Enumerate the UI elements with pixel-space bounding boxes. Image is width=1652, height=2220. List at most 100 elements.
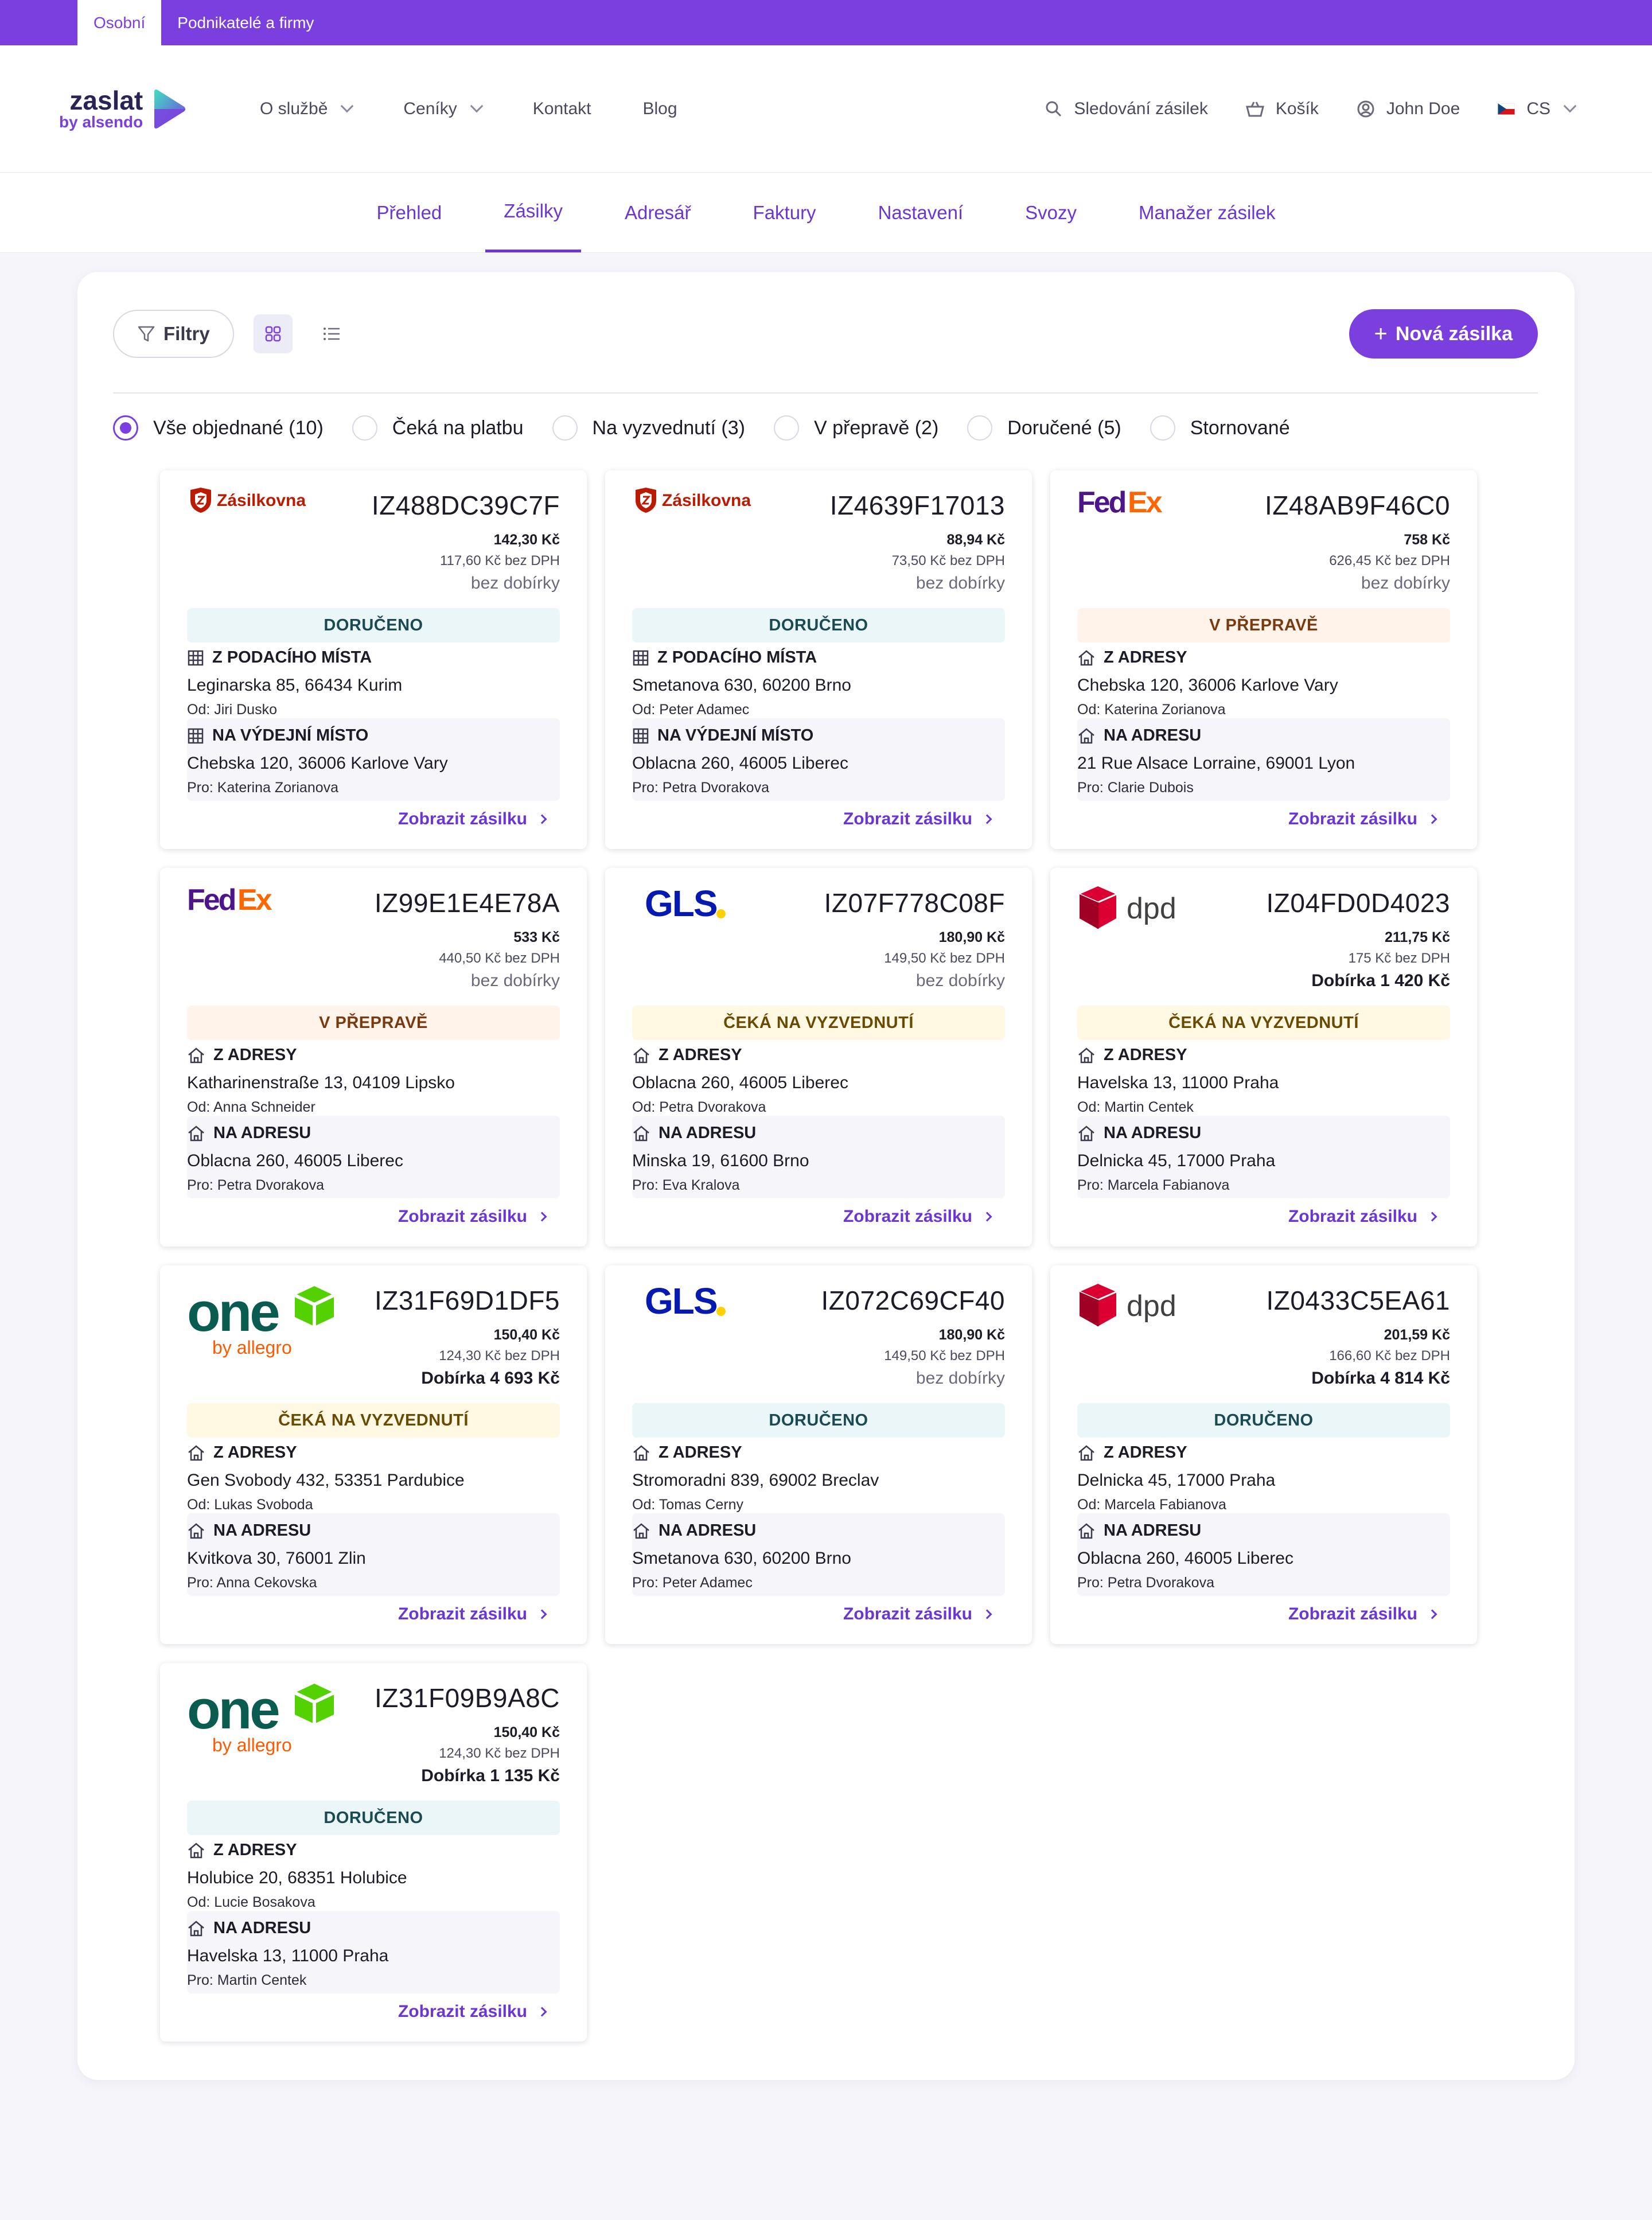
from-heading: Z ADRESY (1077, 1046, 1187, 1065)
tab-pickups[interactable]: Svozy (1007, 173, 1095, 252)
home-icon (187, 1125, 205, 1142)
carrier-logo: GLS (632, 1280, 730, 1325)
status-filter-cancelled[interactable]: Stornované (1150, 415, 1290, 441)
chevron-right-icon (537, 1609, 547, 1619)
radio-selected[interactable] (113, 415, 138, 441)
recipient-name: Pro: Petra Dvorakova (1077, 1575, 1214, 1591)
show-shipment-link[interactable]: Zobrazit zásilku (398, 809, 547, 829)
dpd-logo: dpd (1079, 1284, 1176, 1326)
show-shipment-link[interactable]: Zobrazit zásilku (1288, 809, 1437, 829)
basket-icon (1245, 100, 1264, 118)
tab-shipments[interactable]: Zásilky (485, 173, 581, 252)
cash-on-delivery: bez dobírky (470, 971, 560, 990)
shipment-card[interactable]: one by allegro IZ31F09B9A8C 150,40 Kč 124,30… (160, 1663, 587, 2042)
status-badge: ČEKÁ NA VYZVEDNUTÍ (1077, 1006, 1450, 1040)
tab-settings[interactable]: Nastavení (860, 173, 982, 252)
home-icon (187, 1522, 205, 1540)
from-heading: Z ADRESY (632, 1443, 742, 1462)
toolbar-divider (113, 392, 1538, 394)
cash-on-delivery: Dobírka 4 693 Kč (421, 1369, 560, 1388)
from-address: Smetanova 630, 60200 Brno (632, 676, 851, 695)
shipment-code: IZ072C69CF40 (821, 1286, 1005, 1315)
radio[interactable] (552, 415, 578, 441)
tab-address-book[interactable]: Adresář (606, 173, 710, 252)
carrier-logo: one by allegro (187, 1282, 348, 1365)
nav-contact[interactable]: Kontakt (533, 99, 591, 119)
user-menu[interactable]: John Doe (1357, 99, 1460, 119)
language-selector[interactable]: CS (1498, 99, 1577, 119)
cart-link[interactable]: Košík (1245, 99, 1319, 119)
svg-text:one: one (187, 1282, 279, 1343)
shipment-card[interactable]: GLS IZ07F778C08F 180,90 Kč 149,50 Kč bez DP… (605, 868, 1032, 1247)
recipient-name: Pro: Eva Kralova (632, 1177, 740, 1193)
recipient-name: Pro: Martin Centek (187, 1972, 307, 1988)
shipment-card[interactable]: one by allegro IZ31F69D1DF5 150,40 Kč 124,30… (160, 1265, 587, 1644)
grid-view-button[interactable] (253, 314, 293, 353)
shipment-card[interactable]: GLS IZ072C69CF40 180,90 Kč 149,50 Kč bez DP… (605, 1265, 1032, 1644)
nav-pricing[interactable]: Ceníky (403, 99, 484, 119)
show-shipment-link[interactable]: Zobrazit zásilku (1288, 1207, 1437, 1226)
shipment-price: 142,30 Kč (493, 532, 560, 548)
filters-button[interactable]: Filtry (113, 310, 234, 358)
chevron-right-icon (1427, 814, 1437, 824)
chevron-right-icon (537, 2007, 547, 2017)
zaslat-logo[interactable]: zaslat by alsendo (59, 87, 231, 131)
radio[interactable] (352, 415, 377, 441)
segment-business[interactable]: Podnikatelé a firmy (161, 0, 330, 45)
status-filter-delivered[interactable]: Doručené (5) (967, 415, 1121, 441)
status-filter-awaiting-payment[interactable]: Čeká na platbu (352, 415, 524, 441)
radio[interactable] (967, 415, 993, 441)
show-shipment-link[interactable]: Zobrazit zásilku (398, 1207, 547, 1226)
show-shipment-link[interactable]: Zobrazit zásilku (843, 809, 992, 829)
show-shipment-link[interactable]: Zobrazit zásilku (843, 1207, 992, 1226)
chevron-down-icon (470, 99, 484, 112)
to-address: 21 Rue Alsace Lorraine, 69001 Lyon (1077, 754, 1355, 773)
one-allegro-logo: oneby allegro (187, 1282, 335, 1358)
cash-on-delivery: bez dobírky (1361, 574, 1450, 593)
tracking-link[interactable]: Sledování zásilek (1045, 99, 1208, 119)
tab-invoices[interactable]: Faktury (735, 173, 835, 252)
home-icon (632, 1522, 650, 1540)
shipment-price: 88,94 Kč (946, 532, 1005, 548)
segment-personal[interactable]: Osobní (77, 0, 162, 45)
radio[interactable] (1150, 415, 1175, 441)
shipment-card[interactable]: dpd IZ04FD0D4023 211,75 Kč 175 Kč bez DPH Do… (1050, 868, 1477, 1247)
sender-name: Od: Lukas Svoboda (187, 1497, 313, 1513)
show-shipment-link[interactable]: Zobrazit zásilku (1288, 1604, 1437, 1624)
list-view-button[interactable] (312, 314, 351, 353)
from-heading: Z ADRESY (632, 1046, 742, 1065)
shipment-card[interactable]: Fed Ex IZ48AB9F46C0 758 Kč 626,45 Kč bez DPH… (1050, 470, 1477, 849)
site-header: zaslat by alsendo O službě Ceníky Kontak… (0, 45, 1652, 173)
status-filter-all[interactable]: Vše objednané (10) (113, 415, 324, 441)
svg-text:Zásilkovna: Zásilkovna (217, 491, 306, 510)
tab-shipment-manager[interactable]: Manažer zásilek (1120, 173, 1293, 252)
shipment-card[interactable]: dpd IZ0433C5EA61 201,59 Kč 166,60 Kč bez DP… (1050, 1265, 1477, 1644)
show-shipment-link[interactable]: Zobrazit zásilku (398, 2002, 547, 2022)
status-filter-pickup[interactable]: Na vyzvednutí (3) (552, 415, 745, 441)
home-icon (1077, 1522, 1096, 1540)
shipment-price-netto: 626,45 Kč bez DPH (1329, 553, 1450, 568)
carrier-logo: Zásilkovna (632, 486, 753, 518)
radio[interactable] (773, 415, 799, 441)
show-shipment-link[interactable]: Zobrazit zásilku (843, 1604, 992, 1624)
shipment-code: IZ99E1E4E78A (374, 888, 560, 918)
to-address: Havelska 13, 11000 Praha (187, 1946, 389, 1965)
shipment-price-netto: 117,60 Kč bez DPH (439, 553, 560, 568)
new-shipment-button[interactable]: + Nová zásilka (1349, 309, 1538, 359)
shipment-card[interactable]: Zásilkovna IZ4639F17013 88,94 Kč 73,50 Kč b… (605, 470, 1032, 849)
shipment-card[interactable]: Fed Ex IZ99E1E4E78A 533 Kč 440,50 Kč bez DPH… (160, 868, 587, 1247)
filter-icon (138, 326, 155, 342)
nav-about[interactable]: O službě (260, 99, 354, 119)
to-heading: NA ADRESU (632, 1124, 756, 1143)
from-heading: Z ADRESY (187, 1046, 297, 1065)
sender-name: Od: Anna Schneider (187, 1099, 315, 1115)
shipment-code: IZ4639F17013 (829, 490, 1005, 520)
dpd-logo: dpd (1079, 886, 1176, 929)
nav-blog[interactable]: Blog (643, 99, 677, 119)
show-shipment-link[interactable]: Zobrazit zásilku (398, 1604, 547, 1624)
shipment-card[interactable]: Zásilkovna IZ488DC39C7F 142,30 Kč 117,60 Kč… (160, 470, 587, 849)
tab-overview[interactable]: Přehled (359, 173, 461, 252)
status-filter-in-transit[interactable]: V přepravě (2) (773, 415, 938, 441)
from-address: Leginarska 85, 66434 Kurim (187, 676, 403, 695)
sender-name: Od: Tomas Cerny (632, 1497, 744, 1513)
